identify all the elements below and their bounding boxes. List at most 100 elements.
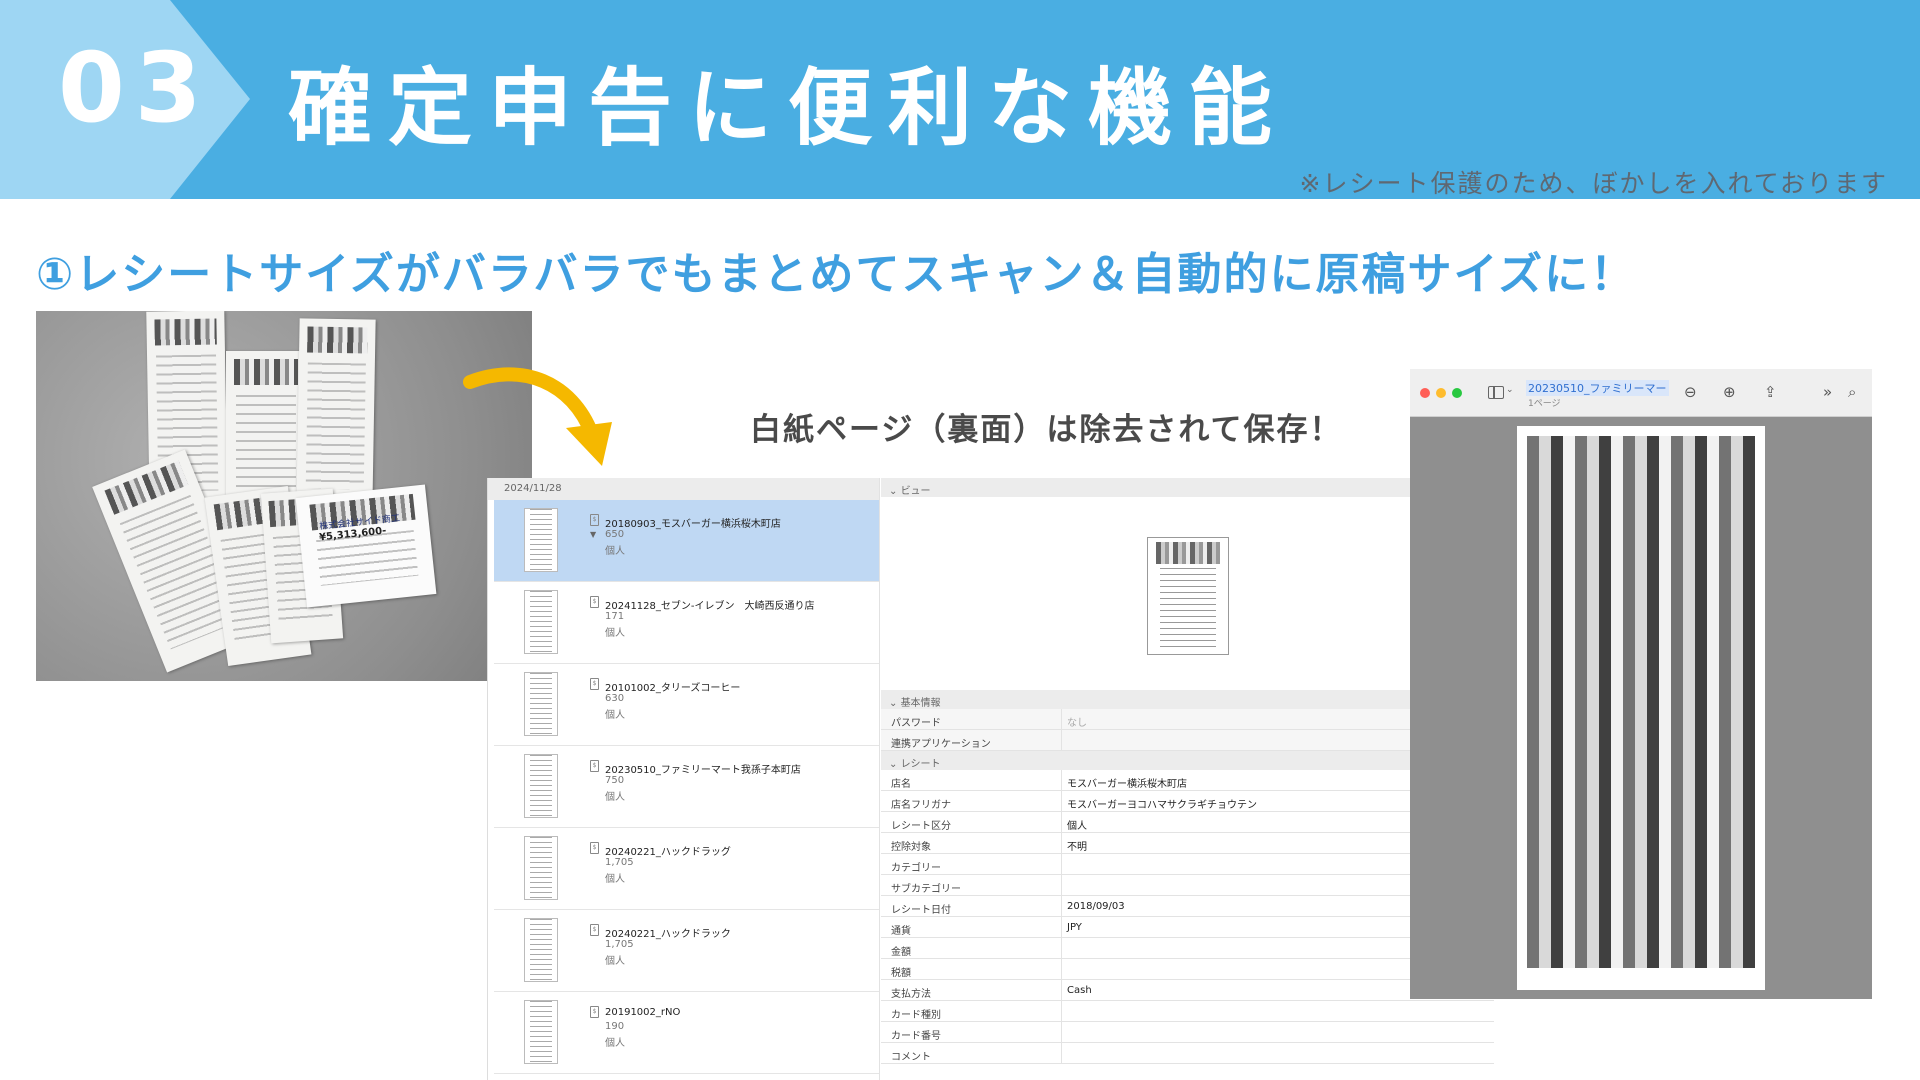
item-amount: 171 [605,611,625,622]
list-item[interactable]: $ 20240221_ハックドラック 1,705 個人 [494,910,879,992]
field-row[interactable]: 店名 モスバーガー横浜桜木町店 [881,770,1494,791]
field-value: モスバーガー横浜桜木町店 [1067,779,1187,790]
zoom-in-icon[interactable]: ⊕ [1723,383,1736,401]
field-row-linked-app[interactable]: 連携アプリケーション [881,730,1494,751]
item-title: 20241128_セブン-イレブン 大崎西反通り店 [605,601,815,612]
list-item[interactable]: $ 20230510_ファミリーマート我孫子本町店 750 個人 [494,746,879,828]
field-row-password[interactable]: パスワード なし [881,709,1494,730]
field-row[interactable]: コメント [881,1043,1494,1064]
field-label: 金額 [891,947,911,958]
receipt-thumbnail [524,836,558,900]
receipt-thumbnail [524,918,558,982]
sidebar-icon[interactable] [1488,386,1504,399]
receipt-thumbnail [524,754,558,818]
feature-heading: ①レシートサイズがバラバラでもまとめてスキャン＆自動的に原稿サイズに！ [36,249,1637,300]
field-label: 税額 [891,968,911,979]
receipt-thumbnail [524,590,558,654]
pdf-page [1517,426,1765,990]
section-number: 03 [58,32,212,144]
field-row[interactable]: 店名フリガナ モスバーガーヨコハマサクラギチョウテン [881,791,1494,812]
field-row[interactable]: サブカテゴリー [881,875,1494,896]
document-icon: $ [590,596,599,608]
receipts-photo: ¥5,313,600- 株式会社サイド商工 [36,311,532,681]
field-label: サブカテゴリー [891,884,961,895]
flow-arrow-icon [463,367,612,466]
item-type: 個人 [605,628,625,639]
field-label: コメント [891,1052,931,1063]
field-label: カード種別 [891,1010,941,1021]
field-label: 店名フリガナ [891,800,951,811]
item-title: 20180903_モスバーガー横浜桜木町店 [605,519,781,530]
receipt-thumbnail [524,1000,558,1064]
field-value: 2018/09/03 [1067,901,1125,912]
item-type: 個人 [605,710,625,721]
field-row[interactable]: 税額 [881,959,1494,980]
document-icon: $ [590,842,599,854]
field-value: 個人 [1067,821,1087,832]
more-icon[interactable]: » [1823,383,1832,401]
basic-section-label: 基本情報 [900,698,941,709]
list-item[interactable]: $ 20241128_セブン-イレブン 大崎西反通り店 171 個人 [494,582,879,664]
list-item[interactable]: $ 20191002_rNO 190 個人 [494,992,879,1074]
item-title: 20191002_rNO [605,1007,681,1018]
field-label: カード番号 [891,1031,941,1042]
item-type: 個人 [605,792,625,803]
privacy-note: ※レシート保護のため、ぼかしを入れております [1299,169,1888,198]
chevron-down-icon[interactable]: ⌄ [1506,385,1514,395]
zoom-window-button[interactable] [1452,388,1462,398]
field-value: なし [1067,718,1087,729]
receipt-thumbnail [524,508,558,572]
close-window-button[interactable] [1420,388,1430,398]
blurred-receipt-image [1527,436,1755,968]
basic-section-header[interactable]: ⌄ 基本情報 [881,690,1494,709]
field-row[interactable]: レシート日付 2018/09/03 [881,896,1494,917]
field-row[interactable]: カード種別 [881,1001,1494,1022]
field-label: 支払方法 [891,989,931,1000]
header-banner: 03 確定申告に便利な機能 ※レシート保護のため、ぼかしを入れております [0,0,1920,199]
page-title: 確定申告に便利な機能 [288,59,1289,157]
pdf-viewer-window: ⌄ 20230510_ファミリーマー 1ページ ⊖ ⊕ ⇪ » ⌕ [1410,369,1872,999]
item-amount: 630 [605,693,625,704]
document-icon: $ [590,514,599,526]
view-section-label: ビュー [900,486,931,497]
field-row[interactable]: カード番号 [881,1022,1494,1043]
field-row[interactable]: 金額 [881,938,1494,959]
receipt-section-label: レシート [900,759,941,770]
item-type: 個人 [605,1038,625,1049]
item-amount: 190 [605,1021,625,1032]
document-icon: $ [590,1006,599,1018]
share-icon[interactable]: ⇪ [1764,383,1777,401]
item-amount: 750 [605,775,625,786]
list-date-header: 2024/11/28 [488,478,879,500]
search-icon[interactable]: ⌕ [1848,383,1856,401]
field-value: モスバーガーヨコハマサクラギチョウテン [1067,800,1257,811]
list-item[interactable]: $ 20240221_ハックドラッグ 1,705 個人 [494,828,879,910]
field-row[interactable]: レシート区分 個人 [881,812,1494,833]
field-value: JPY [1067,922,1082,933]
list-item[interactable]: $ ▼ 20180903_モスバーガー横浜桜木町店 650 個人 [494,500,879,582]
item-amount: 650 [605,529,625,540]
item-type: 個人 [605,874,625,885]
field-row[interactable]: 控除対象 不明 [881,833,1494,854]
chevron-down-icon[interactable]: ▼ [590,530,596,539]
item-type: 個人 [605,956,625,967]
receipt-thumbnail [524,672,558,736]
field-label: 店名 [891,779,911,790]
field-label: 通貨 [891,926,911,937]
receipt-section-header[interactable]: ⌄ レシート [881,751,1494,770]
document-list: 2024/11/28 $ ▼ 20180903_モスバーガー横浜桜木町店 650… [488,478,880,1080]
scan-manager-window: 2024/11/28 $ ▼ 20180903_モスバーガー横浜桜木町店 650… [487,478,1494,1080]
field-row[interactable]: カテゴリー [881,854,1494,875]
zoom-out-icon[interactable]: ⊖ [1684,383,1697,401]
field-row[interactable]: 支払方法 Cash [881,980,1494,1001]
field-row[interactable]: 通貨 JPY [881,917,1494,938]
invoice-paper [295,484,437,608]
view-section-header[interactable]: ⌄ ビュー [881,478,1494,497]
item-title: 20230510_ファミリーマート我孫子本町店 [605,765,801,776]
field-value: Cash [1067,985,1092,996]
item-amount: 1,705 [605,857,634,868]
list-item[interactable]: $ 20101002_タリーズコーヒー 630 個人 [494,664,879,746]
field-value: 不明 [1067,842,1087,853]
minimize-window-button[interactable] [1436,388,1446,398]
document-title[interactable]: 20230510_ファミリーマー [1526,380,1669,396]
